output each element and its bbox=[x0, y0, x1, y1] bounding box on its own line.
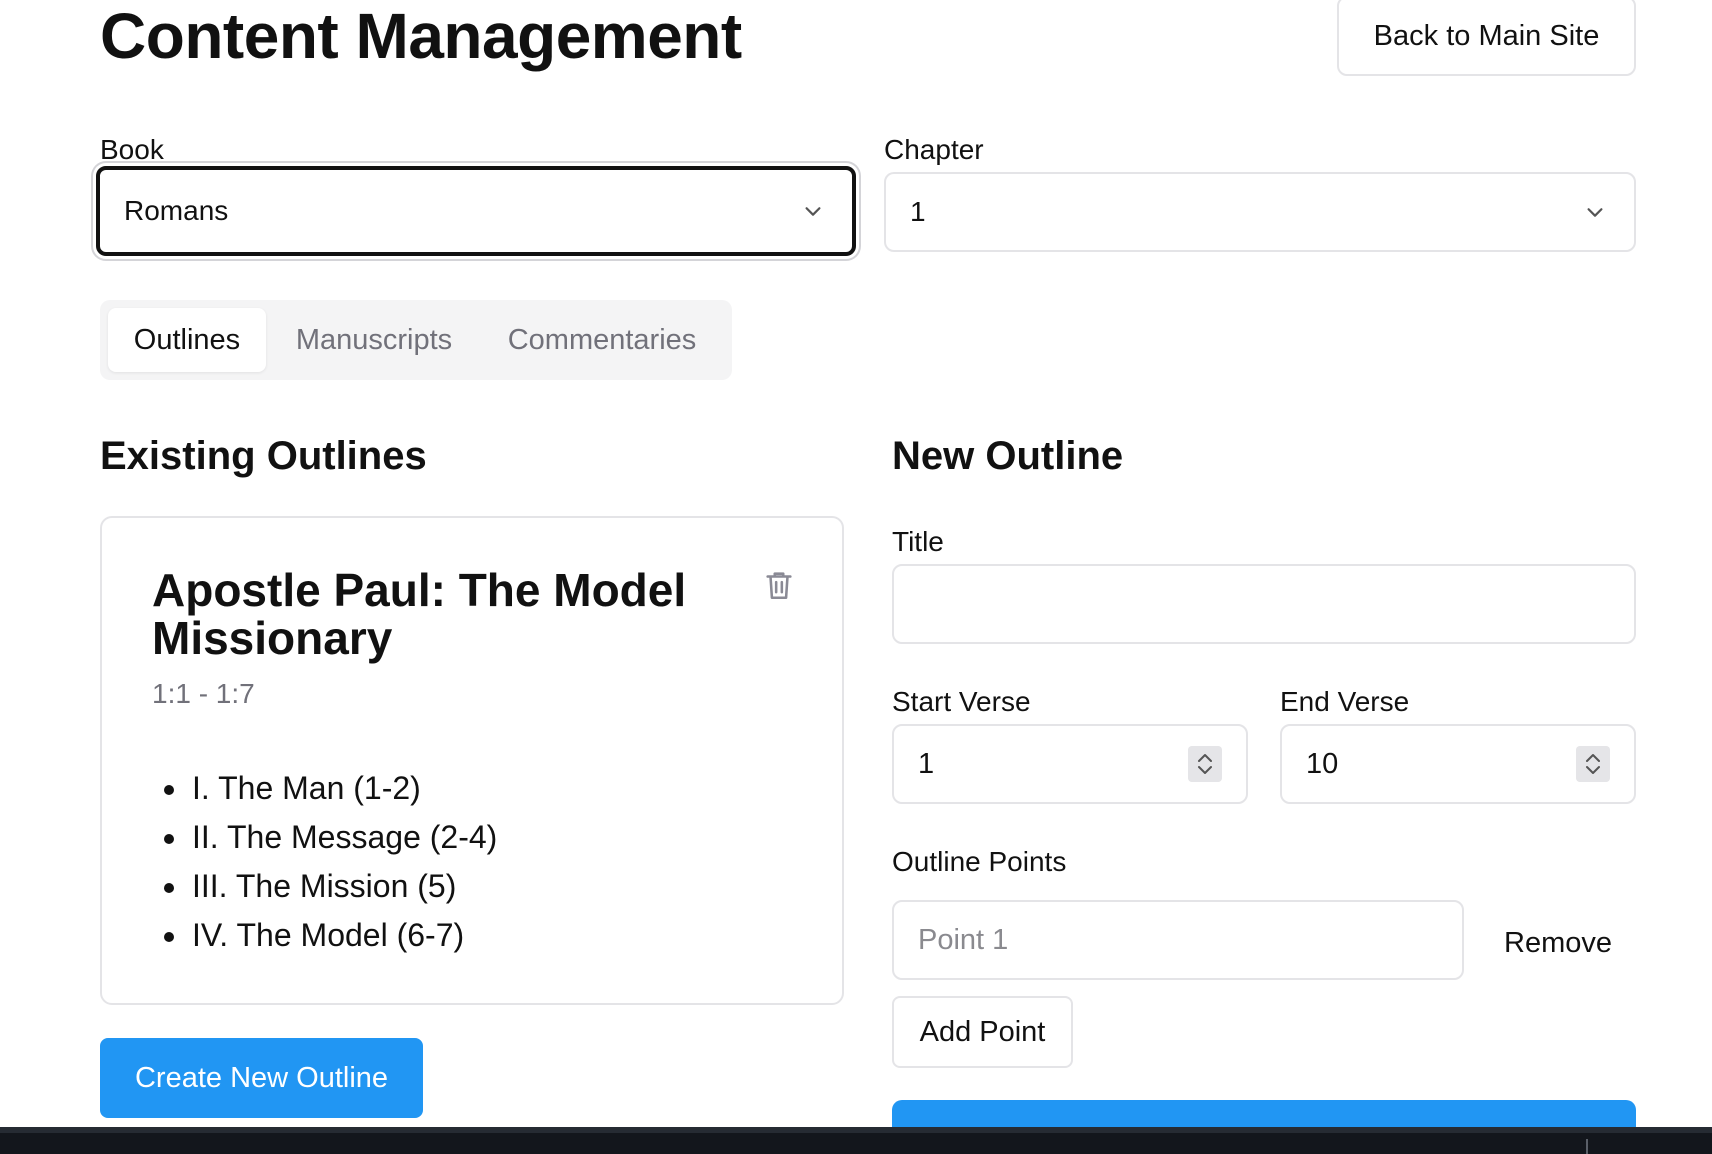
end-verse-value: 10 bbox=[1306, 747, 1339, 780]
outline-card: Apostle Paul: The Model Missionary 1:1 -… bbox=[100, 516, 844, 1005]
new-outline-heading: New Outline bbox=[892, 434, 1124, 478]
chapter-select-value: 1 bbox=[910, 196, 926, 227]
start-verse-value: 1 bbox=[918, 747, 935, 780]
taskbar bbox=[0, 1127, 1712, 1154]
bullet-icon bbox=[164, 834, 174, 844]
taskbar-strip bbox=[0, 1127, 1712, 1133]
outline-points-label: Outline Points bbox=[892, 846, 1067, 877]
trash-icon[interactable] bbox=[762, 568, 796, 602]
outline-point-text: I. The Man (1-2) bbox=[192, 770, 421, 806]
point-1-input[interactable] bbox=[892, 900, 1464, 980]
start-verse-label: Start Verse bbox=[892, 686, 1031, 717]
content-tabs: Outlines Manuscripts Commentaries bbox=[100, 300, 732, 380]
bullet-icon bbox=[164, 785, 174, 795]
bullet-icon bbox=[164, 932, 174, 942]
create-new-outline-button[interactable]: Create New Outline bbox=[100, 1038, 423, 1118]
outline-points-list: I. The Man (1-2) II. The Message (2-4) I… bbox=[152, 764, 497, 960]
outline-point-text: IV. The Model (6-7) bbox=[192, 917, 465, 953]
taskbar-divider bbox=[1586, 1139, 1588, 1154]
outline-point: III. The Mission (5) bbox=[152, 862, 497, 911]
title-label: Title bbox=[892, 526, 944, 557]
spinner-icon[interactable] bbox=[1576, 746, 1610, 782]
outline-point: IV. The Model (6-7) bbox=[152, 911, 497, 960]
book-select[interactable]: Romans bbox=[96, 166, 856, 256]
tab-outlines[interactable]: Outlines bbox=[108, 308, 266, 372]
chevron-down-icon bbox=[805, 207, 821, 216]
spinner-icon[interactable] bbox=[1188, 746, 1222, 782]
chapter-select[interactable]: 1 bbox=[884, 172, 1636, 252]
outline-point-text: II. The Message (2-4) bbox=[192, 819, 498, 855]
bullet-icon bbox=[164, 883, 174, 893]
page-title: Content Management bbox=[100, 0, 742, 72]
end-verse-label: End Verse bbox=[1280, 686, 1410, 717]
outline-verse-range: 1:1 - 1:7 bbox=[152, 678, 255, 709]
tab-commentaries[interactable]: Commentaries bbox=[482, 308, 722, 372]
chapter-label: Chapter bbox=[884, 134, 984, 165]
chevron-down-icon bbox=[1587, 208, 1603, 217]
start-verse-input[interactable]: 1 bbox=[892, 724, 1248, 804]
outline-point: I. The Man (1-2) bbox=[152, 764, 497, 813]
tab-manuscripts[interactable]: Manuscripts bbox=[274, 308, 474, 372]
outline-point: II. The Message (2-4) bbox=[152, 813, 497, 862]
book-label: Book bbox=[100, 134, 164, 165]
title-input[interactable] bbox=[892, 564, 1636, 644]
end-verse-input[interactable]: 10 bbox=[1280, 724, 1636, 804]
add-point-button[interactable]: Add Point bbox=[892, 996, 1073, 1068]
outline-point-text: III. The Mission (5) bbox=[192, 868, 457, 904]
remove-point-button[interactable]: Remove bbox=[1480, 908, 1636, 978]
book-select-value: Romans bbox=[124, 195, 229, 226]
outline-title: Apostle Paul: The Model Missionary bbox=[152, 564, 687, 664]
existing-outlines-heading: Existing Outlines bbox=[100, 434, 427, 478]
back-to-main-site-button[interactable]: Back to Main Site bbox=[1337, 0, 1636, 76]
